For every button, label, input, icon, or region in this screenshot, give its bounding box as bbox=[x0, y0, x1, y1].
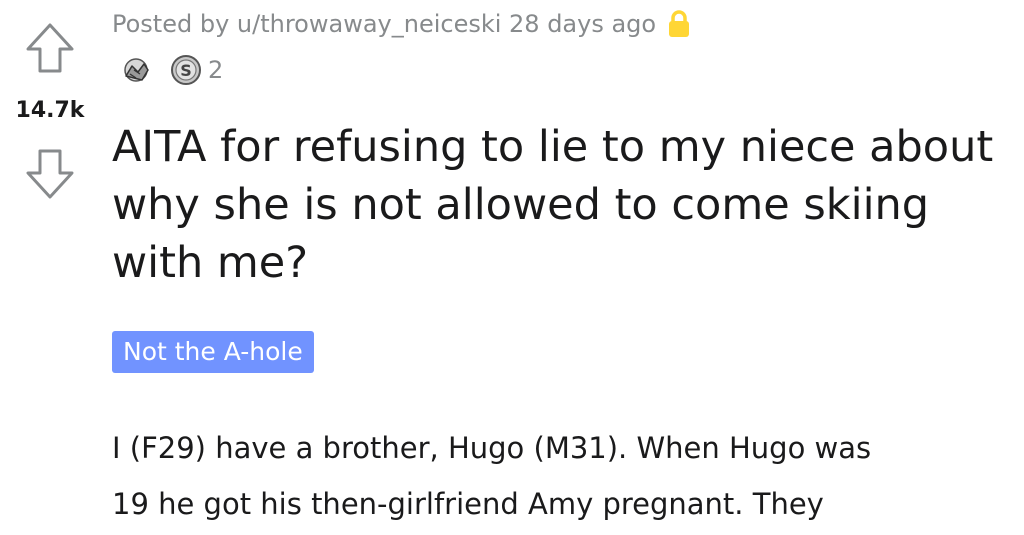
post-flair-badge[interactable]: Not the A-hole bbox=[112, 331, 314, 373]
wholesome-hands-award-icon[interactable] bbox=[118, 52, 154, 88]
upvote-arrow-icon[interactable] bbox=[24, 22, 76, 74]
post-body-line: 19 he got his then-girlfriend Amy pregna… bbox=[112, 487, 824, 521]
svg-text:S: S bbox=[180, 61, 192, 80]
awards-bar[interactable]: S 2 bbox=[118, 52, 223, 88]
downvote-arrow-icon[interactable] bbox=[24, 148, 76, 200]
vote-score: 14.7k bbox=[15, 98, 85, 123]
lock-icon bbox=[666, 9, 692, 39]
silver-coin-award-icon[interactable]: S bbox=[168, 52, 204, 88]
posted-by-text[interactable]: Posted by u/throwaway_neiceski 28 days a… bbox=[112, 10, 656, 38]
post-title[interactable]: AITA for refusing to lie to my niece abo… bbox=[112, 118, 1012, 292]
award-count: 2 bbox=[208, 56, 224, 84]
post-body: I (F29) have a brother, Hugo (M31). When… bbox=[112, 420, 1012, 532]
vote-column: 14.7k bbox=[0, 0, 100, 535]
post-meta: Posted by u/throwaway_neiceski 28 days a… bbox=[112, 6, 692, 42]
post-body-line: I (F29) have a brother, Hugo (M31). When… bbox=[112, 431, 872, 465]
